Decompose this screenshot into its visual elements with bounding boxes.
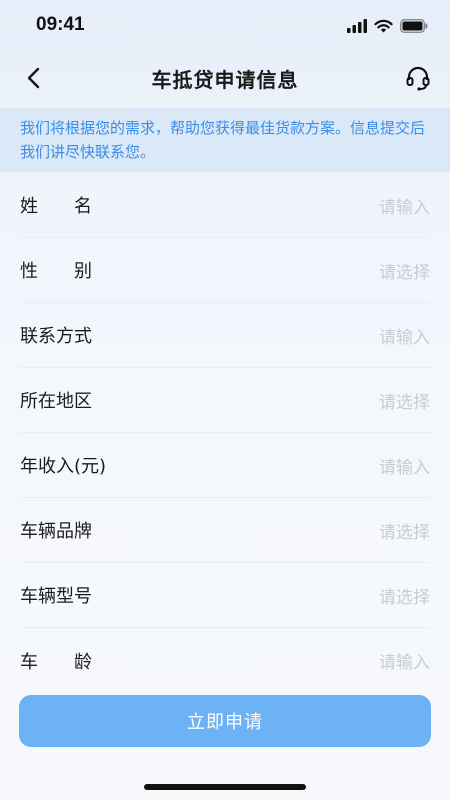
field-annual-income[interactable]: 年收入(元) 请输入 — [20, 433, 430, 498]
field-label: 性别 — [20, 261, 128, 282]
status-bar: 09:41 — [0, 0, 450, 50]
page-title: 车抵贷申请信息 — [151, 68, 299, 92]
field-label: 所在地区 — [20, 391, 92, 412]
headset-icon — [404, 66, 432, 96]
field-label: 联系方式 — [20, 326, 92, 347]
status-time: 09:41 — [36, 14, 85, 35]
field-region[interactable]: 所在地区 请选择 — [20, 368, 430, 433]
field-label: 车龄 — [20, 651, 128, 673]
field-placeholder: 请选择 — [379, 587, 430, 608]
submit-button[interactable]: 立即申请 — [19, 695, 431, 747]
field-gender[interactable]: 性别 请选择 — [20, 238, 430, 303]
field-placeholder: 请选择 — [379, 522, 430, 543]
notice-banner: 我们将根据您的需求，帮助您获得最佳货款方案。信息提交后我们讲尽快联系您。 — [0, 108, 450, 172]
field-label: 姓名 — [20, 196, 128, 217]
field-vehicle-brand[interactable]: 车辆品牌 请选择 — [20, 498, 430, 563]
field-placeholder: 请选择 — [379, 262, 430, 283]
field-label: 车辆型号 — [20, 586, 92, 607]
field-name[interactable]: 姓名 请输入 — [20, 173, 430, 238]
field-contact[interactable]: 联系方式 请输入 — [20, 303, 430, 368]
field-vehicle-age[interactable]: 车龄 请输入 — [20, 628, 430, 693]
field-placeholder: 请输入 — [379, 457, 430, 478]
field-placeholder: 请输入 — [379, 197, 430, 218]
nav-bar: 车抵贷申请信息 — [0, 52, 450, 104]
field-placeholder: 请输入 — [379, 327, 430, 348]
wifi-icon — [374, 18, 393, 37]
status-icons — [347, 18, 428, 37]
application-form: 姓名 请输入 性别 请选择 联系方式 请输入 所在地区 请选择 年收入(元) 请… — [20, 173, 430, 693]
customer-service-button[interactable] — [404, 64, 432, 92]
field-placeholder: 请选择 — [379, 392, 430, 413]
home-indicator[interactable] — [144, 784, 306, 790]
field-label: 年收入(元) — [20, 456, 107, 477]
signal-icon — [347, 18, 367, 37]
field-label: 车辆品牌 — [20, 521, 92, 542]
field-placeholder: 请输入 — [379, 653, 430, 673]
battery-icon — [400, 18, 428, 37]
field-vehicle-model[interactable]: 车辆型号 请选择 — [20, 563, 430, 628]
